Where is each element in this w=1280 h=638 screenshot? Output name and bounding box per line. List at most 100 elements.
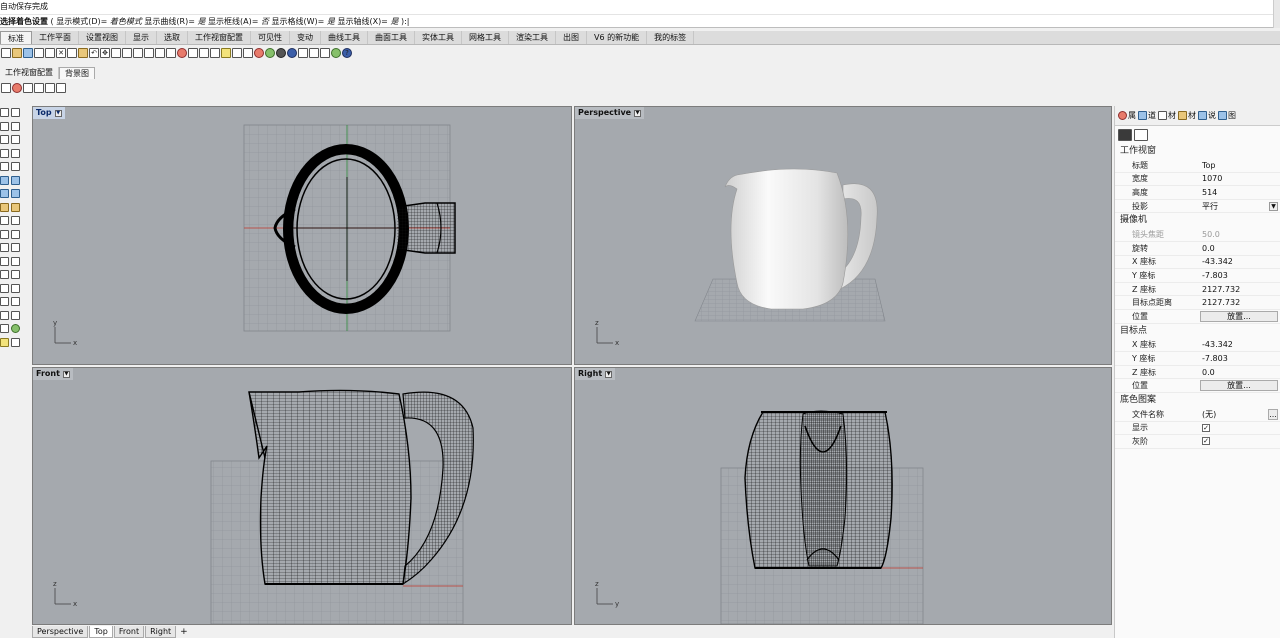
chevron-down-icon[interactable]: ▼ [634, 109, 642, 117]
material-sphere-icon[interactable] [287, 48, 297, 58]
zoom-extents-icon[interactable] [144, 48, 154, 58]
explode-icon[interactable] [11, 229, 20, 239]
zoom-icon[interactable] [122, 48, 132, 58]
target-distance-field[interactable]: 2127.732 [1200, 296, 1280, 309]
viewport-title-perspective[interactable]: Perspective ▼ [575, 107, 645, 119]
viewport-tab-top[interactable]: Top [89, 626, 113, 638]
copy-icon[interactable] [67, 48, 77, 58]
rotation-field[interactable]: 0.0 [1200, 242, 1280, 255]
viewport-tab-perspective[interactable]: Perspective [32, 626, 89, 638]
rotate-icon[interactable] [0, 270, 9, 279]
subtab-viewport-layout[interactable]: 工作视窗配置 [0, 67, 59, 79]
zoom-window-icon[interactable] [133, 48, 143, 58]
hatch-icon[interactable] [11, 310, 20, 320]
height-field[interactable]: 514 [1200, 186, 1280, 199]
panel-tab-image[interactable]: 图 [1218, 110, 1236, 121]
tab-transform[interactable]: 变动 [290, 31, 321, 44]
join-icon[interactable] [0, 229, 9, 239]
object-props-icon[interactable] [309, 48, 319, 58]
tab-set-view[interactable]: 设置视图 [79, 31, 126, 44]
scale-icon[interactable] [11, 270, 20, 279]
option-show-frame[interactable]: 否 [261, 17, 269, 26]
curve-icon[interactable] [11, 121, 20, 131]
options-icon[interactable] [320, 48, 330, 58]
undo-icon[interactable]: ↶ [89, 48, 99, 58]
browse-button[interactable]: ... [1268, 408, 1278, 420]
viewport-title-right[interactable]: Right ▼ [575, 368, 616, 380]
tab-viewport-layout[interactable]: 工作视窗配置 [188, 31, 251, 44]
camera-z-field[interactable]: 2127.732 [1200, 283, 1280, 296]
offset-icon[interactable] [11, 216, 20, 225]
save-icon[interactable] [23, 48, 33, 58]
array-icon[interactable] [11, 283, 20, 293]
print-icon[interactable] [34, 48, 44, 58]
panel-tab-layers[interactable]: 道 [1138, 110, 1156, 121]
panel-tab-materials[interactable]: 材 [1158, 110, 1176, 121]
new-file-icon[interactable] [1, 48, 11, 58]
move-icon[interactable] [0, 256, 9, 266]
viewport-title-front[interactable]: Front ▼ [33, 368, 73, 380]
chevron-down-icon[interactable]: ▼ [1269, 201, 1278, 211]
viewport-frame-icon[interactable] [1134, 129, 1148, 141]
tab-display[interactable]: 显示 [126, 31, 157, 44]
tab-new-in-v6[interactable]: V6 的新功能 [587, 31, 648, 44]
scale-image-icon[interactable] [45, 83, 55, 93]
polygon-icon[interactable] [0, 162, 9, 171]
fillet-icon[interactable] [0, 216, 9, 225]
solid-sphere-icon[interactable] [11, 189, 20, 198]
viewport-right[interactable]: y z Right ▼ [574, 367, 1112, 625]
camera-icon[interactable] [1118, 129, 1132, 141]
render-icon[interactable] [254, 48, 264, 58]
target-x-field[interactable]: -43.342 [1200, 339, 1280, 352]
viewport-front[interactable]: x z Front ▼ [32, 367, 572, 625]
viewport-perspective[interactable]: x z Perspective ▼ [574, 106, 1112, 365]
paste-icon[interactable] [78, 48, 88, 58]
tab-drafting[interactable]: 出图 [556, 31, 587, 44]
set-view-icon[interactable] [188, 48, 198, 58]
render-light-icon[interactable] [0, 337, 9, 347]
projection-select[interactable]: 平行 ▼ [1200, 200, 1280, 213]
point-icon[interactable] [0, 108, 9, 117]
viewport-tab-front[interactable]: Front [113, 626, 145, 638]
select-points-icon[interactable] [11, 108, 20, 117]
extrude-icon[interactable] [11, 175, 20, 185]
cplane-icon[interactable] [177, 48, 187, 58]
tab-select[interactable]: 选取 [157, 31, 188, 44]
add-viewport-button[interactable]: + [177, 627, 191, 637]
place-camera-button[interactable]: 放置... [1200, 310, 1278, 322]
tab-mesh-tools[interactable]: 网格工具 [462, 31, 509, 44]
remove-image-icon[interactable] [12, 83, 22, 93]
mesh-icon[interactable] [0, 202, 9, 212]
option-display-mode[interactable]: 着色模式 [110, 17, 142, 26]
tab-curve-tools[interactable]: 曲线工具 [321, 31, 368, 44]
viewport-top[interactable]: x y Top ▼ [32, 106, 572, 365]
polyline-icon[interactable] [0, 121, 9, 131]
chevron-down-icon[interactable]: ▼ [62, 370, 70, 378]
check-icon[interactable] [11, 324, 20, 333]
trim-icon[interactable] [0, 243, 9, 252]
target-z-field[interactable]: 0.0 [1200, 366, 1280, 379]
target-y-field[interactable]: -7.803 [1200, 352, 1280, 365]
four-viewports-icon[interactable] [166, 48, 176, 58]
open-file-icon[interactable] [12, 48, 22, 58]
rotate-view-icon[interactable] [111, 48, 121, 58]
split-icon[interactable] [11, 243, 20, 252]
globe-icon[interactable] [331, 48, 341, 58]
align-image-icon[interactable] [34, 83, 44, 93]
mesh-plane-icon[interactable] [11, 202, 20, 212]
gray-image-icon[interactable] [56, 83, 66, 93]
boolean-icon[interactable] [0, 297, 9, 306]
subtab-background-bitmap[interactable]: 背景图 [59, 67, 95, 79]
circle-icon[interactable] [0, 135, 9, 144]
camera-y-field[interactable]: -7.803 [1200, 269, 1280, 282]
panel-tab-properties[interactable]: 属 [1118, 110, 1136, 121]
width-field[interactable]: 1070 [1200, 173, 1280, 186]
camera-x-field[interactable]: -43.342 [1200, 256, 1280, 269]
tab-my-tabs[interactable]: 我的标签 [647, 31, 695, 44]
viewport-tab-right[interactable]: Right [145, 626, 177, 638]
place-image-icon[interactable] [1, 83, 11, 93]
command-prompt[interactable]: 选择着色设置 ( 显示模式(D)= 着色模式 显示曲线(R)= 是 显示框线(A… [0, 14, 1280, 28]
tab-surface-tools[interactable]: 曲面工具 [368, 31, 415, 44]
named-view-icon[interactable] [199, 48, 209, 58]
surface-icon[interactable] [0, 175, 9, 185]
